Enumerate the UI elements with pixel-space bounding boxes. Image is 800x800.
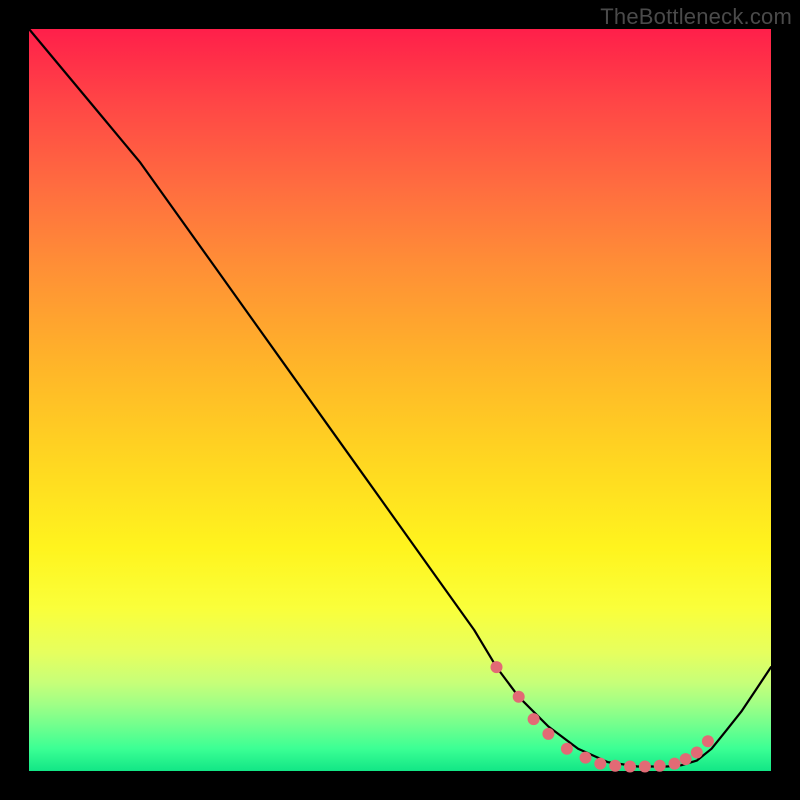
chart-marker [491, 661, 503, 673]
chart-marker [528, 713, 540, 725]
chart-frame: TheBottleneck.com [0, 0, 800, 800]
chart-marker [561, 743, 573, 755]
chart-line-series [29, 29, 771, 767]
chart-markers [491, 661, 714, 772]
chart-marker [594, 758, 606, 770]
chart-plot-area [29, 29, 771, 771]
chart-marker [691, 747, 703, 759]
chart-marker [654, 760, 666, 772]
chart-marker [669, 758, 681, 770]
watermark-text: TheBottleneck.com [600, 4, 792, 30]
chart-marker [542, 728, 554, 740]
chart-marker [609, 760, 621, 772]
chart-marker [513, 691, 525, 703]
chart-marker [580, 752, 592, 764]
chart-svg [29, 29, 771, 771]
chart-marker [702, 735, 714, 747]
chart-marker [639, 761, 651, 773]
chart-marker [624, 761, 636, 773]
chart-marker [680, 753, 692, 765]
